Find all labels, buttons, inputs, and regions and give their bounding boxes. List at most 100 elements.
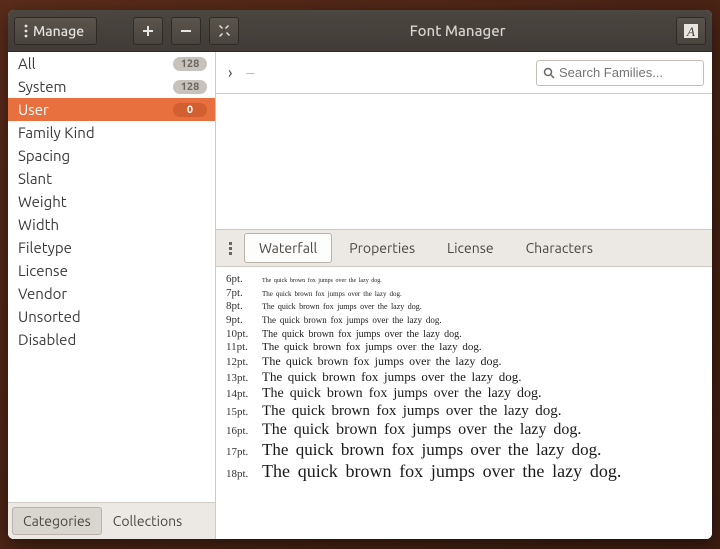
sidebar-tabs: Categories Collections [8, 502, 215, 539]
count-badge: 128 [173, 57, 207, 71]
waterfall-line: 16pt.The quick brown fox jumps over the … [226, 421, 712, 439]
waterfall-size-label: 7pt. [226, 287, 262, 300]
waterfall-sample-text: The quick brown fox jumps over the lazy … [262, 290, 402, 298]
waterfall-line: 10pt.The quick brown fox jumps over the … [226, 328, 712, 341]
waterfall-size-label: 13pt. [226, 372, 262, 385]
waterfall-size-label: 14pt. [226, 388, 262, 401]
waterfall-size-label: 16pt. [226, 425, 262, 438]
waterfall-size-label: 6pt. [226, 273, 262, 286]
waterfall-line: 18pt.The quick brown fox jumps over the … [226, 461, 712, 482]
count-badge: 0 [173, 103, 207, 117]
sidebar-item-disabled[interactable]: Disabled [8, 328, 215, 351]
sidebar-item-label: Unsorted [18, 308, 81, 325]
waterfall-line: 7pt.The quick brown fox jumps over the l… [226, 287, 712, 300]
sidebar-item-family-kind[interactable]: Family Kind [8, 121, 215, 144]
waterfall-line: 13pt.The quick brown fox jumps over the … [226, 370, 712, 385]
waterfall-sample-text: The quick brown fox jumps over the lazy … [262, 315, 442, 325]
waterfall-size-label: 8pt. [226, 300, 262, 313]
sidebar-item-label: License [18, 262, 68, 279]
sidebar-item-label: All [18, 55, 36, 72]
waterfall-size-label: 18pt. [226, 468, 262, 481]
window-body: All 128 System 128 User 0 Family Kind Spacing Sl… [8, 52, 712, 539]
waterfall-size-label: 10pt. [226, 328, 262, 341]
sidebar-item-label: System [18, 78, 67, 95]
sidebar-item-user[interactable]: User 0 [8, 98, 215, 121]
search-input[interactable] [559, 65, 697, 80]
font-a-icon: A [683, 23, 699, 39]
waterfall-line: 6pt.The quick brown fox jumps over the l… [226, 273, 712, 286]
waterfall-size-label: 12pt. [226, 356, 262, 369]
waterfall-size-label: 17pt. [226, 446, 262, 459]
waterfall-size-label: 15pt. [226, 406, 262, 419]
waterfall-sample-text: The quick brown fox jumps over the lazy … [262, 355, 502, 369]
breadcrumb-bar: › – [216, 52, 712, 94]
sidebar-item-label: Width [18, 216, 59, 233]
tab-properties[interactable]: Properties [334, 233, 430, 263]
waterfall-sample-text: The quick brown fox jumps over the lazy … [262, 341, 482, 354]
manage-button[interactable]: Manage [14, 17, 97, 45]
manage-label: Manage [33, 23, 84, 39]
menu-dots-icon [23, 24, 29, 38]
chevron-right-icon[interactable]: › [224, 62, 237, 84]
minus-icon [180, 25, 192, 37]
sidebar-item-label: Vendor [18, 285, 67, 302]
sidebar-item-weight[interactable]: Weight [8, 190, 215, 213]
search-icon [543, 67, 555, 79]
waterfall-sample-text: The quick brown fox jumps over the lazy … [262, 370, 522, 385]
app-window: Manage Font Manager A All 128 System 128 Use… [8, 10, 712, 539]
sidebar: All 128 System 128 User 0 Family Kind Spacing Sl… [8, 52, 216, 539]
waterfall-line: 17pt.The quick brown fox jumps over the … [226, 440, 712, 460]
sidebar-item-label: Weight [18, 193, 67, 210]
family-list-empty [216, 94, 712, 229]
waterfall-size-label: 9pt. [226, 314, 262, 327]
waterfall-line: 12pt.The quick brown fox jumps over the … [226, 355, 712, 369]
waterfall-sample-text: The quick brown fox jumps over the lazy … [262, 403, 561, 420]
sidebar-item-slant[interactable]: Slant [8, 167, 215, 190]
waterfall-line: 9pt.The quick brown fox jumps over the l… [226, 314, 712, 327]
tab-waterfall[interactable]: Waterfall [244, 233, 332, 263]
count-badge: 128 [173, 80, 207, 94]
tab-license[interactable]: License [432, 233, 509, 263]
waterfall-sample-text: The quick brown fox jumps over the lazy … [262, 302, 422, 311]
sidebar-item-label: User [18, 101, 49, 118]
sidebar-item-system[interactable]: System 128 [8, 75, 215, 98]
sidebar-item-license[interactable]: License [8, 259, 215, 282]
sidebar-item-label: Spacing [18, 147, 70, 164]
waterfall-sample-text: The quick brown fox jumps over the lazy … [262, 421, 581, 439]
tab-collections[interactable]: Collections [102, 507, 194, 535]
sidebar-item-width[interactable]: Width [8, 213, 215, 236]
sidebar-item-label: Slant [18, 170, 52, 187]
tools-icon [217, 24, 231, 38]
remove-button[interactable] [171, 17, 201, 45]
font-preview-toggle[interactable]: A [676, 17, 706, 45]
waterfall-sample-text: The quick brown fox jumps over the lazy … [262, 440, 601, 460]
breadcrumb-placeholder: – [247, 64, 255, 82]
waterfall-line: 14pt.The quick brown fox jumps over the … [226, 386, 712, 402]
sidebar-item-label: Filetype [18, 239, 72, 256]
grip-icon[interactable] [222, 242, 238, 255]
settings-button[interactable] [209, 17, 239, 45]
tab-characters[interactable]: Characters [511, 233, 608, 263]
search-box[interactable] [536, 60, 704, 86]
waterfall-line: 11pt.The quick brown fox jumps over the … [226, 341, 712, 354]
waterfall-sample-text: The quick brown fox jumps over the lazy … [262, 461, 621, 482]
waterfall-size-label: 11pt. [226, 341, 262, 354]
svg-text:A: A [686, 24, 695, 39]
sidebar-item-filetype[interactable]: Filetype [8, 236, 215, 259]
sidebar-item-label: Disabled [18, 331, 76, 348]
sidebar-item-unsorted[interactable]: Unsorted [8, 305, 215, 328]
waterfall-sample-text: The quick brown fox jumps over the lazy … [262, 386, 542, 402]
waterfall-sample-text: The quick brown fox jumps over the lazy … [262, 329, 462, 341]
sidebar-item-label: Family Kind [18, 124, 95, 141]
waterfall-line: 8pt.The quick brown fox jumps over the l… [226, 300, 712, 313]
sidebar-item-vendor[interactable]: Vendor [8, 282, 215, 305]
category-list: All 128 System 128 User 0 Family Kind Spacing Sl… [8, 52, 215, 502]
titlebar: Manage Font Manager A [8, 10, 712, 52]
tab-categories[interactable]: Categories [12, 507, 102, 535]
add-button[interactable] [133, 17, 163, 45]
sidebar-item-all[interactable]: All 128 [8, 52, 215, 75]
sidebar-item-spacing[interactable]: Spacing [8, 144, 215, 167]
plus-icon [142, 25, 154, 37]
main-pane: › – Waterfall Properties License Charact… [216, 52, 712, 539]
waterfall-line: 15pt.The quick brown fox jumps over the … [226, 403, 712, 420]
